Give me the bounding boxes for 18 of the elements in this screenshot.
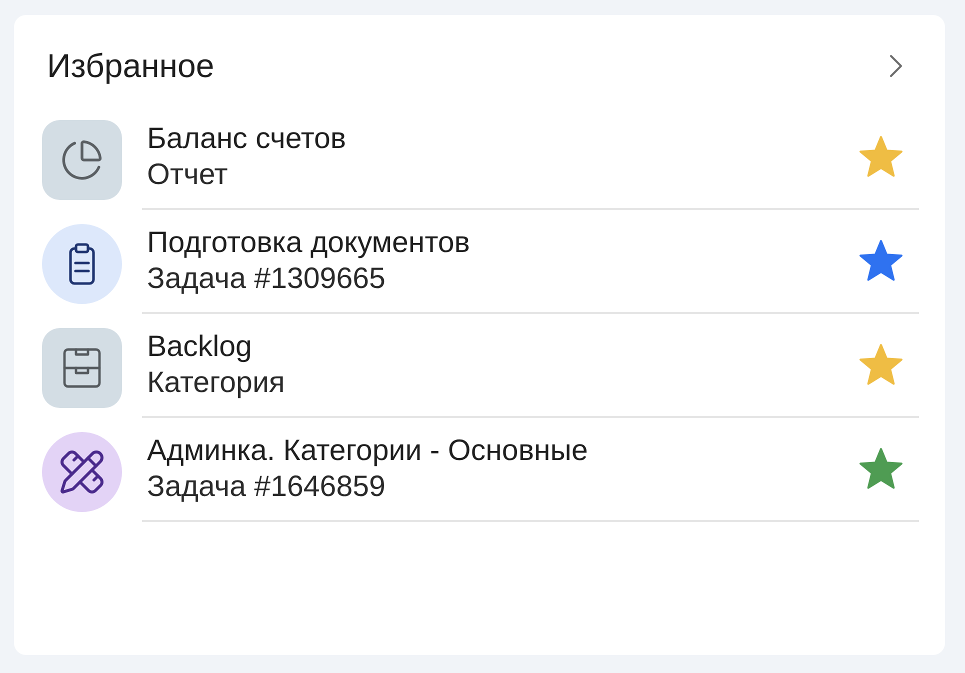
item-title[interactable]: Backlog (147, 329, 252, 365)
item-subtitle: Отчет (147, 157, 228, 193)
pie-chart-icon (60, 138, 104, 182)
star-icon[interactable] (858, 239, 904, 283)
star-icon[interactable] (858, 447, 904, 491)
star-icon[interactable] (858, 343, 904, 387)
chevron-right-icon[interactable] (889, 54, 903, 78)
item-title[interactable]: Баланс счетов (147, 121, 346, 157)
item-title[interactable]: Админка. Категории - Основные (147, 433, 588, 469)
pencil-ruler-icon (58, 448, 106, 496)
clipboard-icon (69, 243, 95, 285)
star-icon[interactable] (858, 135, 904, 179)
item-title[interactable]: Подготовка документов (147, 225, 470, 261)
item-subtitle: Задача #1309665 (147, 261, 386, 297)
card-title: Избранное (47, 46, 214, 86)
item-subtitle: Задача #1646859 (147, 469, 386, 505)
drawers-icon (63, 348, 101, 388)
item-subtitle: Категория (147, 365, 285, 401)
